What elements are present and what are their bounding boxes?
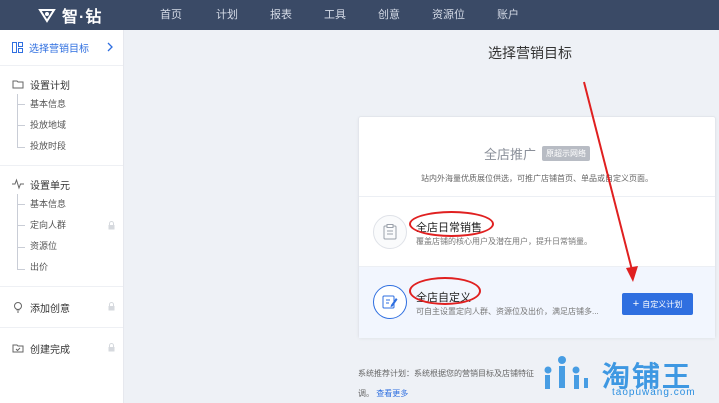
logo[interactable]: 智·钻 [38,5,103,26]
lock-icon [108,302,115,311]
nav-creative[interactable]: 创意 [378,0,400,30]
chevron-right-icon [107,42,113,52]
logo-icon [38,9,56,23]
clipboard-icon [383,224,397,240]
plus-icon: + [632,297,640,310]
option-description: 可自主设置定向人群、资源位及出价，满足店铺多... [416,307,599,316]
lock-icon [108,343,115,352]
option-custom[interactable]: 全店自定义 可自主设置定向人群、资源位及出价，满足店铺多... + 自定义计划 [359,267,715,338]
sidebar: 选择营销目标 设置计划 基本信息 投放地域 投放时段 设置单元 基本信息 定向人… [0,30,124,403]
sidebar-item-label: 定向人群 [30,220,67,230]
option-icon-wrap [373,285,407,319]
nav-account[interactable]: 账户 [497,0,519,30]
option-daily-sales[interactable]: 全店日常销售 覆盖店铺的核心用户及潜在用户，提升日常销量。 [359,197,715,267]
sidebar-sub-audience[interactable]: 定向人群 [0,215,123,236]
grid-icon [12,42,23,53]
card-header: 全店推广 原超示网络 站内外海量优质展位供选，可推广店铺首页、单品或自定义页面。 [359,117,715,197]
watermark-url: taopuwang.com [612,387,696,398]
sidebar-item-label: 添加创意 [30,303,70,315]
folder-icon [12,80,24,89]
lock-icon [108,221,115,230]
recommend-tail: 调。 [358,389,374,398]
page-title: 选择营销目标 [488,45,572,61]
folder-check-icon [12,344,24,353]
sidebar-sub-region[interactable]: 投放地域 [0,115,123,136]
sidebar-item-label: 选择营销目标 [29,44,89,55]
sidebar-group-creative: 添加创意 [0,287,123,328]
sidebar-sub-basic-info[interactable]: 基本信息 [0,194,123,215]
view-more-link[interactable]: 查看更多 [376,389,408,398]
nav-resource[interactable]: 资源位 [432,0,465,30]
annotation-circle [409,277,481,305]
sidebar-sub-resource[interactable]: 资源位 [0,236,123,257]
sidebar-item-label: 设置单元 [30,180,70,192]
sidebar-item-add-creative[interactable]: 添加创意 [0,297,123,317]
nav-report[interactable]: 报表 [270,0,292,30]
sidebar-item-set-unit[interactable]: 设置单元 [0,174,123,194]
edit-icon [382,295,398,309]
card-description: 站内外海量优质展位供选，可推广店铺首页、单品或自定义页面。 [421,174,653,183]
recommend-line: 系统推荐计划：系统根据您的营销目标及店铺特征 [358,369,534,378]
nav-plan[interactable]: 计划 [216,0,238,30]
button-label: 自定义计划 [642,299,683,309]
recommend-text: 系统推荐计划：系统根据您的营销目标及店铺特征 调。 查看更多 [358,364,548,403]
sidebar-group-plan: 设置计划 基本信息 投放地域 投放时段 [0,66,123,166]
sidebar-sub-bid[interactable]: 出价 [0,257,123,278]
card-title: 全店推广 原超示网络 [484,144,590,163]
logo-text: 智·钻 [62,9,103,26]
nav-tools[interactable]: 工具 [324,0,346,30]
card-title-text: 全店推广 [483,147,536,162]
annotation-circle [409,211,494,237]
sidebar-sub-basic-info[interactable]: 基本信息 [0,94,123,115]
pulse-icon [12,178,24,190]
sidebar-item-select-goal[interactable]: 选择营销目标 [0,30,123,66]
top-nav-bar: 智·钻 首页 计划 报表 工具 创意 资源位 账户 [0,0,719,30]
option-icon-wrap [373,215,407,249]
sidebar-item-set-plan[interactable]: 设置计划 [0,74,123,94]
sidebar-item-done[interactable]: 创建完成 [0,338,123,358]
bulb-icon [14,302,22,313]
sidebar-item-label: 创建完成 [30,344,70,356]
sidebar-sub-time[interactable]: 投放时段 [0,136,123,157]
custom-plan-button[interactable]: + 自定义计划 [622,293,693,315]
network-badge: 原超示网络 [542,146,590,161]
sidebar-group-done: 创建完成 [0,328,123,368]
nav-home[interactable]: 首页 [160,0,182,30]
sidebar-group-unit: 设置单元 基本信息 定向人群 资源位 出价 [0,166,123,287]
recommend-line-2: 调。 查看更多 [358,384,548,403]
sidebar-item-label: 设置计划 [30,80,70,92]
goal-card: 全店推广 原超示网络 站内外海量优质展位供选，可推广店铺首页、单品或自定义页面。… [358,116,716,338]
option-description: 覆盖店铺的核心用户及潜在用户，提升日常销量。 [416,237,592,246]
main-nav: 首页 计划 报表 工具 创意 资源位 账户 [160,0,551,30]
